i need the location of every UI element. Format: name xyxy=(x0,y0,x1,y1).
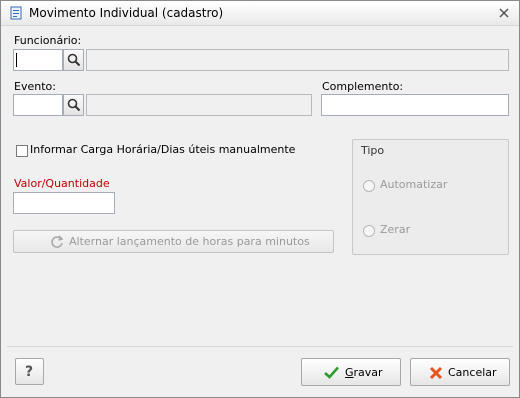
complemento-label: Complemento: xyxy=(322,80,404,93)
carga-horaria-checkbox[interactable] xyxy=(16,145,28,157)
search-icon xyxy=(67,98,81,112)
text-caret xyxy=(16,53,17,67)
radio-automatizar[interactable] xyxy=(363,180,375,192)
dialog-window: Movimento Individual (cadastro) Funcioná… xyxy=(0,0,520,398)
close-icon[interactable] xyxy=(499,8,509,18)
funcionario-label: Funcionário: xyxy=(14,34,82,47)
cancelar-button[interactable]: Cancelar xyxy=(410,358,510,386)
evento-search-button[interactable] xyxy=(63,94,84,116)
evento-label: Evento: xyxy=(14,80,56,93)
search-icon xyxy=(67,53,81,67)
help-button-label: ? xyxy=(25,364,34,380)
radio-zerar[interactable] xyxy=(363,225,375,237)
cancel-x-icon xyxy=(429,366,443,380)
refresh-icon xyxy=(51,235,64,248)
evento-code-input[interactable] xyxy=(13,94,63,116)
alternar-button-label: Alternar lançamento de horas para minuto… xyxy=(69,235,310,248)
radio-zerar-label[interactable]: Zerar xyxy=(380,223,410,236)
tipo-title: Tipo xyxy=(361,144,385,157)
funcionario-name-field xyxy=(86,49,509,71)
window-title: Movimento Individual (cadastro) xyxy=(29,6,224,20)
gravar-button-label: Gravar xyxy=(345,366,383,379)
checkmark-icon xyxy=(324,366,339,379)
footer-separator xyxy=(7,346,513,347)
valor-quantidade-input[interactable] xyxy=(13,192,115,214)
alternar-horas-minutos-button[interactable]: Alternar lançamento de horas para minuto… xyxy=(13,230,334,253)
carga-horaria-checkbox-label[interactable]: Informar Carga Horária/Dias úteis manual… xyxy=(30,143,295,156)
evento-name-field xyxy=(86,94,312,116)
title-bar: Movimento Individual (cadastro) xyxy=(1,1,519,26)
funcionario-search-button[interactable] xyxy=(63,49,84,71)
radio-automatizar-label[interactable]: Automatizar xyxy=(380,178,447,191)
help-button[interactable]: ? xyxy=(15,358,44,385)
funcionario-code-input[interactable] xyxy=(13,49,63,71)
cancelar-button-label: Cancelar xyxy=(448,366,497,379)
complemento-input[interactable] xyxy=(321,94,509,116)
gravar-button[interactable]: Gravar xyxy=(301,358,401,386)
valor-quantidade-label: Valor/Quantidade xyxy=(14,177,110,190)
form-icon xyxy=(10,6,22,20)
tipo-groupbox: Tipo Automatizar Zerar xyxy=(352,139,509,255)
